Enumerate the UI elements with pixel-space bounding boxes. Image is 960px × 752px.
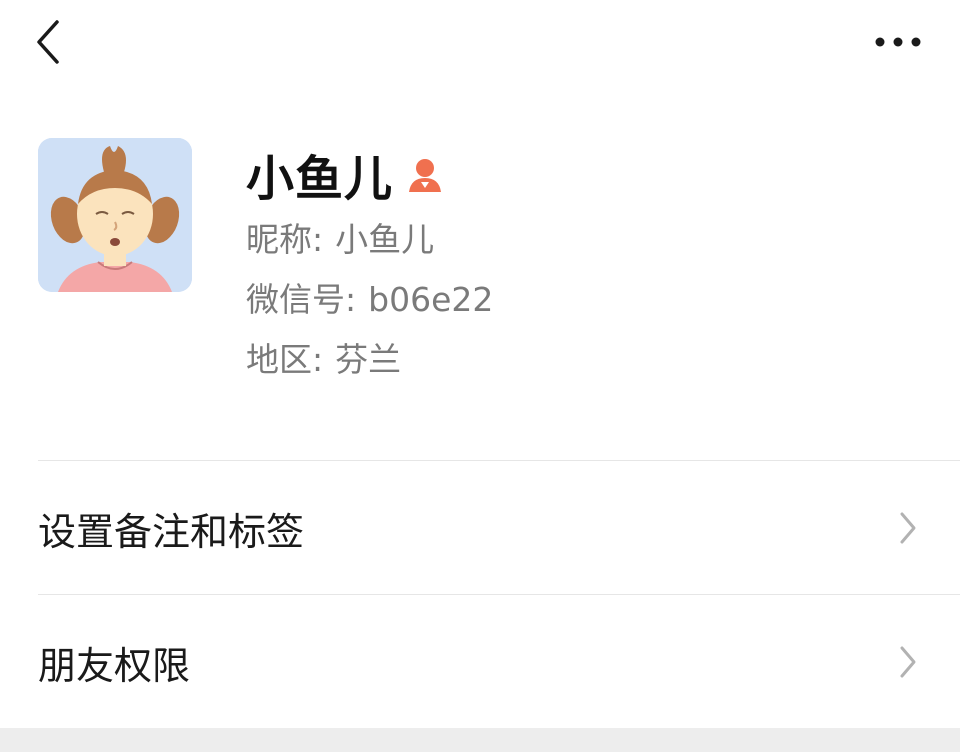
wechat-id-value: b06e22 xyxy=(368,280,494,319)
name-row: 小鱼儿 xyxy=(246,138,493,210)
region-label: 地区: xyxy=(246,340,324,379)
chevron-right-icon xyxy=(896,508,920,548)
nickname-row: 昵称: 小鱼儿 xyxy=(246,210,493,270)
display-name: 小鱼儿 xyxy=(246,151,394,207)
more-horizontal-icon xyxy=(875,37,921,47)
nickname-label: 昵称: xyxy=(246,220,324,259)
wechat-id-row: 微信号: b06e22 xyxy=(246,270,493,330)
back-button[interactable] xyxy=(24,14,72,70)
top-bar xyxy=(0,0,960,90)
region-value: 芬兰 xyxy=(335,340,402,379)
region-row: 地区: 芬兰 xyxy=(246,330,493,390)
female-user-icon xyxy=(405,154,445,194)
nickname-value: 小鱼儿 xyxy=(335,220,435,259)
set-remark-and-tags-row[interactable]: 设置备注和标签 xyxy=(0,462,960,594)
wechat-id-label: 微信号: xyxy=(246,280,357,319)
divider xyxy=(38,594,960,595)
profile-info: 小鱼儿 昵称: 小鱼儿 微信号: b06e22 地区: 芬兰 xyxy=(246,138,493,390)
set-remark-and-tags-label: 设置备注和标签 xyxy=(38,509,305,554)
divider xyxy=(38,460,960,461)
chevron-right-icon xyxy=(896,642,920,682)
chevron-left-icon xyxy=(37,20,59,64)
profile-card: 小鱼儿 昵称: 小鱼儿 微信号: b06e22 地区: 芬兰 xyxy=(38,138,918,398)
friend-permissions-label: 朋友权限 xyxy=(38,643,191,688)
friend-permissions-row[interactable]: 朋友权限 xyxy=(0,596,960,728)
avatar[interactable] xyxy=(38,138,192,292)
more-button[interactable] xyxy=(866,20,930,64)
bottom-strip xyxy=(0,728,960,752)
avatar-image xyxy=(38,138,192,292)
